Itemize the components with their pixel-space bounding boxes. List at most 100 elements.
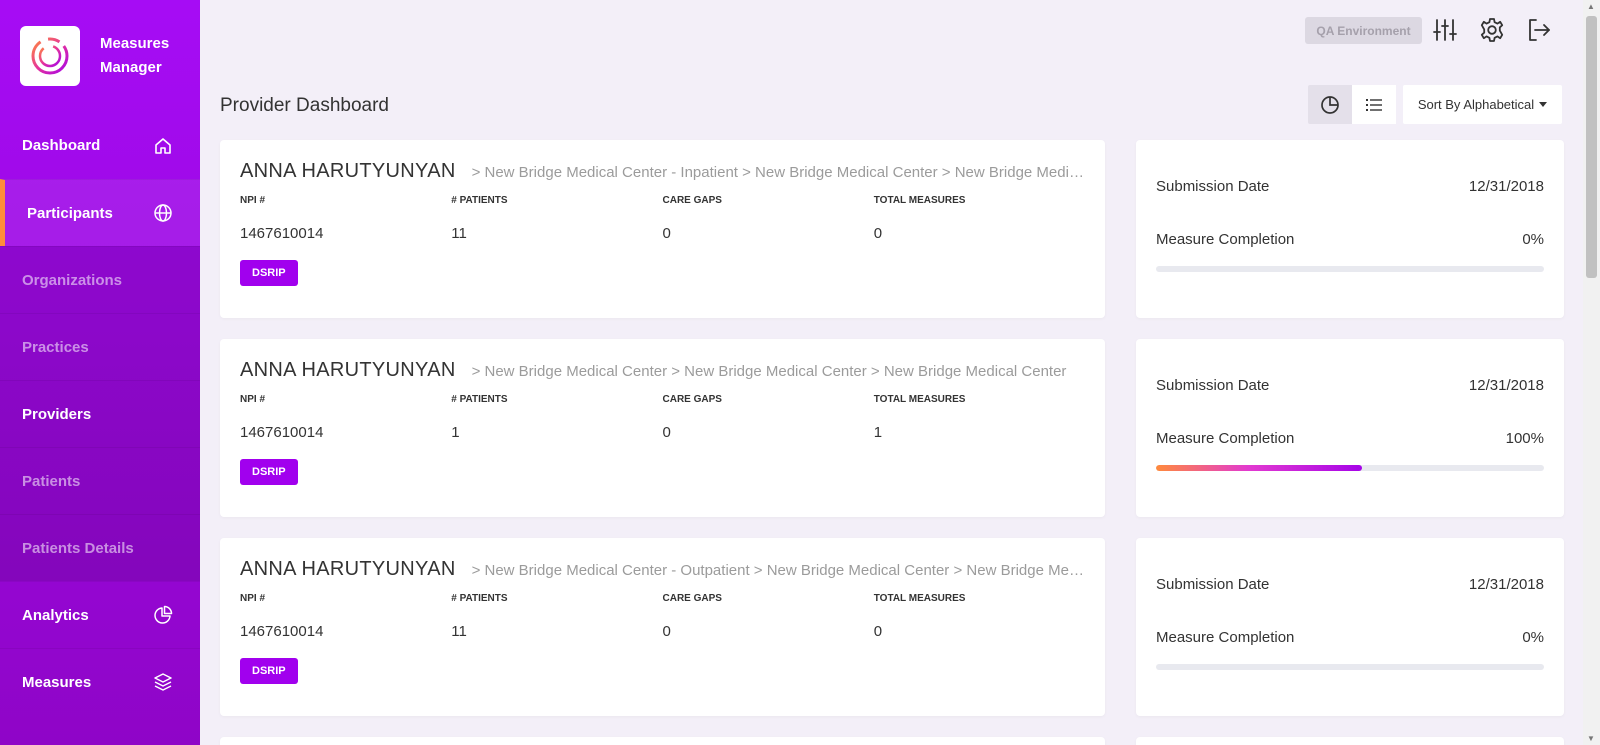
completion-progress-bar bbox=[1156, 465, 1544, 471]
measure-completion-value: 0% bbox=[1522, 231, 1544, 248]
completion-progress-bar bbox=[1156, 266, 1544, 272]
npi-value: 1467610014 bbox=[240, 623, 324, 640]
sort-label: Sort By Alphabetical bbox=[1417, 97, 1535, 112]
npi-value: 1467610014 bbox=[240, 424, 324, 441]
completion-progress-bar bbox=[1156, 664, 1544, 670]
measure-completion-label: Measure Completion bbox=[1156, 629, 1295, 646]
sidebar-item-label: Patients Details bbox=[22, 539, 134, 557]
submission-date-label: Submission Date bbox=[1156, 576, 1270, 593]
sidebar-item-dashboard[interactable]: Dashboard bbox=[0, 112, 200, 179]
page-title: Provider Dashboard bbox=[220, 95, 389, 116]
care-gaps-label: CARE GAPS bbox=[662, 593, 722, 604]
measure-completion-label: Measure Completion bbox=[1156, 430, 1295, 447]
care-gaps-value: 0 bbox=[662, 623, 671, 640]
summary-card: Submission Date 12/31/2018 Measure Comple… bbox=[1136, 140, 1564, 318]
sidebar-item-label: Providers bbox=[22, 405, 92, 423]
care-gaps-value: 0 bbox=[662, 225, 671, 242]
view-toggle bbox=[1308, 85, 1396, 124]
care-gaps-value: 0 bbox=[662, 424, 671, 441]
scroll-up-icon[interactable]: ▲ bbox=[1587, 2, 1595, 11]
scroll-down-icon[interactable]: ▼ bbox=[1587, 734, 1595, 743]
program-tag[interactable]: DSRIP bbox=[240, 459, 298, 485]
submission-date-value: 12/31/2018 bbox=[1468, 576, 1544, 593]
provider-breadcrumb[interactable]: > New Bridge Medical Center - Inpatient … bbox=[472, 164, 1085, 181]
brand[interactable]: Measures Manager bbox=[0, 0, 200, 112]
sidebar-item-label: Patients bbox=[22, 472, 81, 490]
provider-card[interactable]: ANNA HARUTYUNYAN > New Bridge Medical Ce… bbox=[220, 339, 1105, 517]
sidebar-item-providers[interactable]: Providers bbox=[0, 380, 200, 447]
program-tag[interactable]: DSRIP bbox=[240, 260, 298, 286]
provider-name: ANNA HARUTYUNYAN bbox=[240, 359, 456, 381]
provider-card[interactable]: ANNA HARUTYUNYAN > New Bridge Medical Ce… bbox=[220, 538, 1105, 716]
measure-completion-value: 100% bbox=[1505, 430, 1544, 447]
logo-ring-icon bbox=[31, 37, 69, 75]
sidebar-item-label: Analytics bbox=[22, 606, 89, 624]
sliders-icon[interactable] bbox=[1430, 15, 1460, 45]
pie-chart-icon bbox=[1321, 95, 1339, 114]
sidebar-item-patients[interactable]: Patients bbox=[0, 447, 200, 514]
sidebar-item-label: Dashboard bbox=[22, 137, 101, 154]
submission-date-value: 12/31/2018 bbox=[1468, 178, 1544, 195]
pie-chart-icon bbox=[152, 604, 174, 626]
page-scrollbar[interactable]: ▲ ▼ bbox=[1583, 0, 1600, 745]
sidebar-item-label: Measures bbox=[22, 673, 92, 691]
sidebar-item-practices[interactable]: Practices bbox=[0, 313, 200, 380]
chart-view-button[interactable] bbox=[1308, 85, 1352, 124]
provider-card[interactable]: ANNA HARUTYUNYAN > New Bridge Medical Ce… bbox=[220, 140, 1105, 318]
caret-down-icon bbox=[1539, 102, 1548, 107]
total-measures-value: 0 bbox=[873, 225, 883, 242]
sort-dropdown[interactable]: Sort By Alphabetical bbox=[1403, 85, 1562, 124]
total-measures-label: TOTAL MEASURES bbox=[873, 394, 966, 405]
measure-completion-label: Measure Completion bbox=[1156, 231, 1295, 248]
environment-badge: QA Environment bbox=[1305, 17, 1422, 44]
measure-completion-value: 0% bbox=[1522, 629, 1544, 646]
patients-value: 11 bbox=[451, 225, 467, 242]
submission-date-label: Submission Date bbox=[1156, 377, 1270, 394]
sidebar: Measures Manager Dashboard Participants … bbox=[0, 0, 200, 745]
completion-progress-fill bbox=[1156, 465, 1362, 471]
gear-icon[interactable] bbox=[1477, 15, 1507, 45]
home-icon bbox=[152, 135, 174, 157]
npi-label: NPI # bbox=[240, 394, 266, 405]
patients-value: 11 bbox=[451, 623, 467, 640]
patients-value: 1 bbox=[451, 424, 460, 441]
app-name: Measures Manager bbox=[100, 35, 170, 76]
layers-icon bbox=[152, 671, 174, 693]
patients-label: # PATIENTS bbox=[451, 394, 508, 405]
provider-breadcrumb[interactable]: > New Bridge Medical Center - Outpatient… bbox=[472, 562, 1085, 579]
npi-value: 1467610014 bbox=[240, 225, 324, 242]
patients-label: # PATIENTS bbox=[451, 593, 508, 604]
globe-icon bbox=[152, 202, 174, 224]
total-measures-value: 1 bbox=[873, 424, 883, 441]
logout-icon[interactable] bbox=[1524, 15, 1554, 45]
program-tag[interactable]: DSRIP bbox=[240, 658, 298, 684]
patients-label: # PATIENTS bbox=[451, 195, 508, 206]
sidebar-item-participants[interactable]: Participants bbox=[0, 179, 200, 246]
care-gaps-label: CARE GAPS bbox=[662, 195, 722, 206]
sidebar-item-patients-details[interactable]: Patients Details bbox=[0, 514, 200, 581]
sidebar-item-label: Organizations bbox=[22, 271, 123, 289]
sidebar-item-organizations[interactable]: Organizations bbox=[0, 246, 200, 313]
care-gaps-label: CARE GAPS bbox=[662, 394, 722, 405]
sidebar-item-measures[interactable]: Measures bbox=[0, 648, 200, 715]
total-measures-label: TOTAL MEASURES bbox=[873, 195, 966, 206]
sidebar-item-label: Practices bbox=[22, 338, 89, 356]
npi-label: NPI # bbox=[240, 195, 266, 206]
provider-name: ANNA HARUTYUNYAN bbox=[240, 160, 456, 182]
summary-card: Submission Date 12/31/2018 Measure Comple… bbox=[1136, 538, 1564, 716]
list-icon bbox=[1366, 98, 1382, 111]
submission-date-label: Submission Date bbox=[1156, 178, 1270, 195]
sidebar-item-analytics[interactable]: Analytics bbox=[0, 581, 200, 648]
total-measures-label: TOTAL MEASURES bbox=[873, 593, 966, 604]
submission-date-value: 12/31/2018 bbox=[1468, 377, 1544, 394]
provider-card[interactable] bbox=[220, 737, 1105, 745]
app-logo bbox=[20, 26, 80, 86]
provider-name: ANNA HARUTYUNYAN bbox=[240, 558, 456, 580]
list-view-button[interactable] bbox=[1352, 85, 1396, 124]
sidebar-item-label: Participants bbox=[27, 204, 113, 222]
scroll-thumb[interactable] bbox=[1586, 16, 1597, 278]
npi-label: NPI # bbox=[240, 593, 266, 604]
provider-breadcrumb[interactable]: > New Bridge Medical Center > New Bridge… bbox=[472, 363, 1085, 380]
summary-card bbox=[1136, 737, 1564, 745]
summary-card: Submission Date 12/31/2018 Measure Comple… bbox=[1136, 339, 1564, 517]
